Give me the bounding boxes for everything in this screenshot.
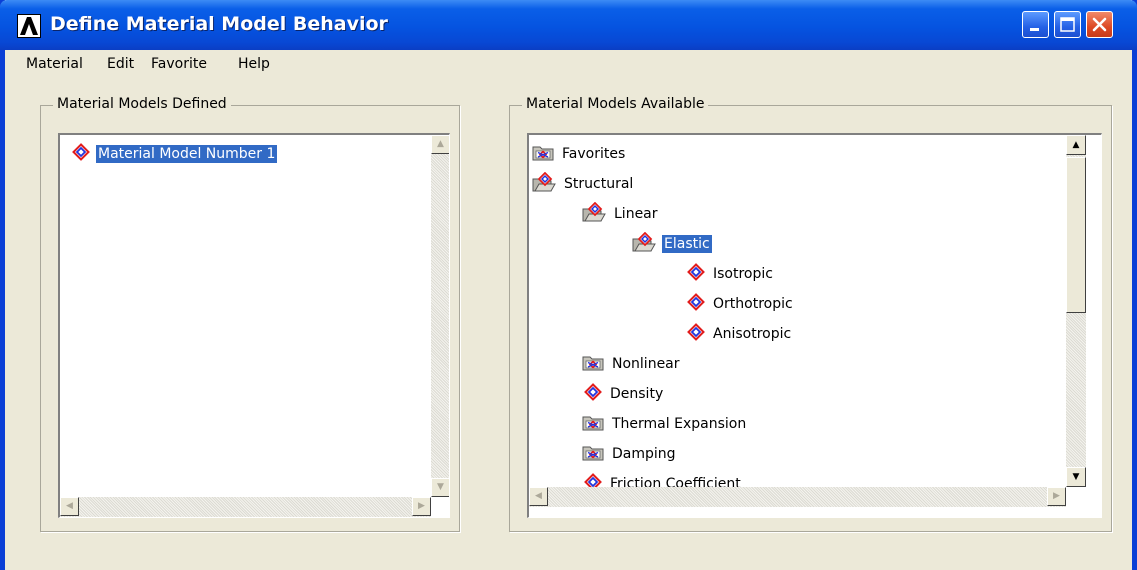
material-models-defined-title: Material Models Defined — [53, 96, 231, 112]
arrow-up-icon: ▲ — [437, 139, 444, 149]
menu-material[interactable]: Material — [26, 56, 83, 72]
scroll-left-button[interactable]: ◀ — [60, 497, 79, 516]
arrow-down-icon: ▼ — [1072, 471, 1080, 482]
tree-item-friction-coefficient[interactable]: Friction Coefficient — [584, 472, 743, 487]
tree-item-anisotropic[interactable]: Anisotropic — [687, 322, 793, 346]
material-model-icon — [687, 263, 705, 285]
folder-open-icon — [532, 171, 556, 196]
available-horizontal-scrollbar[interactable]: ◀ ▶ — [529, 487, 1066, 507]
material-models-defined-group: Material Models Defined Material Model N… — [40, 96, 460, 532]
scroll-left-button[interactable]: ◀ — [529, 487, 548, 506]
material-model-icon — [687, 323, 705, 345]
close-button[interactable] — [1086, 11, 1113, 38]
tree-item-orthotropic[interactable]: Orthotropic — [687, 292, 795, 316]
tree-item-elastic[interactable]: Elastic — [632, 231, 712, 256]
material-models-available-title: Material Models Available — [522, 96, 709, 112]
scroll-up-button[interactable]: ▲ — [1066, 135, 1086, 155]
tree-item-isotropic[interactable]: Isotropic — [687, 262, 775, 286]
material-model-icon — [584, 473, 602, 487]
scroll-right-button[interactable]: ▶ — [1047, 487, 1066, 506]
material-model-label: Material Model Number 1 — [96, 145, 278, 163]
arrow-right-icon: ▶ — [418, 501, 425, 511]
tree-item-density[interactable]: Density — [584, 382, 665, 406]
folder-open-icon — [582, 201, 606, 226]
folder-closed-icon — [582, 413, 604, 435]
menu-help[interactable]: Help — [238, 56, 270, 72]
arrow-down-icon: ▼ — [437, 482, 444, 492]
folder-closed-icon — [582, 353, 604, 375]
material-model-icon — [584, 383, 602, 405]
tree-item-favorites[interactable]: Favorites — [532, 142, 627, 166]
arrow-right-icon: ▶ — [1053, 491, 1060, 501]
defined-horizontal-scrollbar[interactable]: ◀ ▶ — [60, 497, 431, 517]
window-title: Define Material Model Behavior — [50, 13, 388, 35]
maximize-icon — [1060, 17, 1075, 32]
tree-item-linear[interactable]: Linear — [582, 201, 660, 226]
define-material-model-behavior-window: Define Material Model Behavior Material … — [0, 0, 1137, 570]
tree-item-damping[interactable]: Damping — [582, 442, 678, 466]
arrow-left-icon: ◀ — [535, 491, 542, 501]
close-icon — [1092, 17, 1107, 32]
menu-edit[interactable]: Edit — [107, 56, 134, 72]
title-bar[interactable]: Define Material Model Behavior — [0, 0, 1137, 50]
scroll-thumb[interactable] — [1066, 157, 1086, 313]
minimize-icon — [1030, 28, 1039, 31]
material-models-available-group: Material Models Available Favorites Stru… — [509, 96, 1112, 532]
scroll-right-button[interactable]: ▶ — [412, 497, 431, 516]
scroll-up-button[interactable]: ▲ — [431, 135, 449, 154]
arrow-left-icon: ◀ — [66, 501, 73, 511]
available-tree-items: Favorites Structural Linear Elastic Isot — [529, 135, 1066, 487]
ansys-logo-icon — [17, 14, 41, 38]
folder-closed-icon — [532, 143, 554, 165]
available-tree[interactable]: Favorites Structural Linear Elastic Isot — [527, 133, 1102, 518]
tree-item-thermal-expansion[interactable]: Thermal Expansion — [582, 412, 748, 436]
arrow-up-icon: ▲ — [1072, 139, 1080, 150]
material-model-icon — [687, 293, 705, 315]
defined-list[interactable]: Material Model Number 1 ▲ ▼ ◀ ▶ — [58, 133, 450, 518]
menu-favorite[interactable]: Favorite — [151, 56, 207, 72]
menu-bar: Material Edit Favorite Help — [5, 51, 1132, 77]
scroll-down-button[interactable]: ▼ — [1066, 467, 1086, 487]
defined-list-items: Material Model Number 1 — [60, 135, 431, 497]
scroll-down-button[interactable]: ▼ — [431, 478, 449, 497]
minimize-button[interactable] — [1022, 11, 1049, 38]
material-model-icon — [72, 143, 90, 165]
folder-closed-icon — [582, 443, 604, 465]
available-vertical-scrollbar[interactable]: ▲ ▼ — [1066, 135, 1086, 487]
defined-vertical-scrollbar[interactable]: ▲ ▼ — [431, 135, 449, 497]
tree-item-nonlinear[interactable]: Nonlinear — [582, 352, 682, 376]
list-item[interactable]: Material Model Number 1 — [72, 142, 278, 166]
tree-item-structural[interactable]: Structural — [532, 171, 635, 196]
maximize-button[interactable] — [1054, 11, 1081, 38]
folder-open-icon — [632, 231, 656, 256]
